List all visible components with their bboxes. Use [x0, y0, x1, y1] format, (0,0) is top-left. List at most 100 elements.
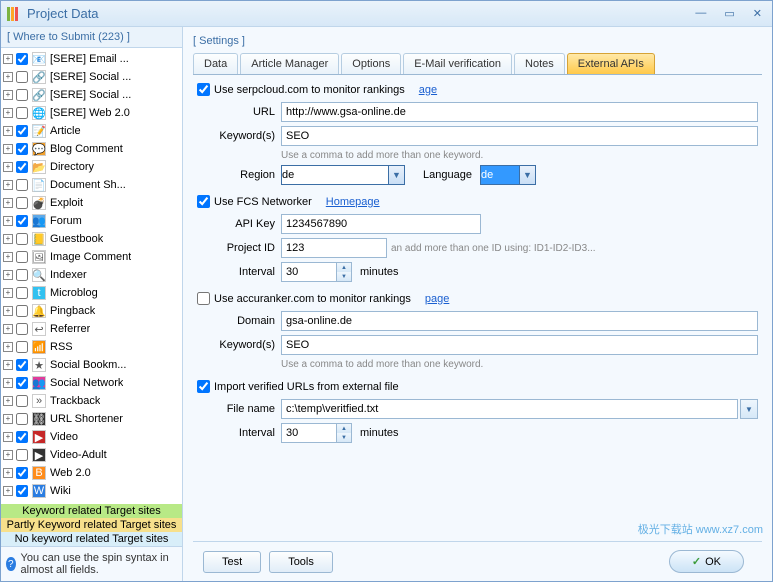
tree-item[interactable]: + 🖼 Image Comment	[1, 248, 182, 266]
tree-checkbox[interactable]	[16, 53, 28, 65]
tree-item[interactable]: + ↩ Referrer	[1, 320, 182, 338]
fcs-checkbox[interactable]	[197, 195, 210, 208]
fcs-link[interactable]: Homepage	[326, 196, 380, 208]
tab-external-apis[interactable]: External APIs	[567, 53, 655, 74]
tree-checkbox[interactable]	[16, 125, 28, 137]
tree-item[interactable]: + B Web 2.0	[1, 464, 182, 482]
ok-button[interactable]: OK	[669, 550, 744, 573]
tree-item[interactable]: + 👥 Forum	[1, 212, 182, 230]
tree-checkbox[interactable]	[16, 395, 28, 407]
expand-icon[interactable]: +	[3, 216, 13, 226]
expand-icon[interactable]: +	[3, 324, 13, 334]
tree-checkbox[interactable]	[16, 287, 28, 299]
tree-checkbox[interactable]	[16, 107, 28, 119]
expand-icon[interactable]: +	[3, 234, 13, 244]
language-dropdown-icon[interactable]: ▼	[519, 165, 536, 185]
tree-checkbox[interactable]	[16, 467, 28, 479]
tree-checkbox[interactable]	[16, 359, 28, 371]
expand-icon[interactable]: +	[3, 306, 13, 316]
tree-checkbox[interactable]	[16, 143, 28, 155]
expand-icon[interactable]: +	[3, 486, 13, 496]
expand-icon[interactable]: +	[3, 378, 13, 388]
expand-icon[interactable]: +	[3, 396, 13, 406]
expand-icon[interactable]: +	[3, 432, 13, 442]
keyword-input[interactable]	[281, 126, 758, 146]
tree-item[interactable]: + ★ Social Bookm...	[1, 356, 182, 374]
tab-data[interactable]: Data	[193, 53, 238, 74]
tree-item[interactable]: + t Microblog	[1, 284, 182, 302]
filename-input[interactable]	[281, 399, 738, 419]
tree-item[interactable]: + 📧 [SERE] Email ...	[1, 50, 182, 68]
expand-icon[interactable]: +	[3, 468, 13, 478]
tree-checkbox[interactable]	[16, 449, 28, 461]
tree-item[interactable]: + 🔔 Pingback	[1, 302, 182, 320]
tools-button[interactable]: Tools	[269, 551, 333, 573]
tree-item[interactable]: + ▶ Video-Adult	[1, 446, 182, 464]
expand-icon[interactable]: +	[3, 198, 13, 208]
fcs-interval-input[interactable]	[281, 262, 337, 282]
tree-item[interactable]: + 👥 Social Network	[1, 374, 182, 392]
tree-checkbox[interactable]	[16, 197, 28, 209]
tree-checkbox[interactable]	[16, 485, 28, 497]
tab-e-mail-verification[interactable]: E-Mail verification	[403, 53, 512, 74]
serpcloud-link[interactable]: age	[419, 84, 437, 96]
tree-checkbox[interactable]	[16, 431, 28, 443]
tree-checkbox[interactable]	[16, 215, 28, 227]
expand-icon[interactable]: +	[3, 162, 13, 172]
tree-item[interactable]: + ▶ Video	[1, 428, 182, 446]
fcs-interval-spinner[interactable]: ▲▼	[337, 262, 352, 282]
tree-item[interactable]: + 📄 Document Sh...	[1, 176, 182, 194]
domain-input[interactable]	[281, 311, 758, 331]
tree-item[interactable]: + ⛓ URL Shortener	[1, 410, 182, 428]
tab-notes[interactable]: Notes	[514, 53, 565, 74]
tree-checkbox[interactable]	[16, 377, 28, 389]
accu-keyword-input[interactable]	[281, 335, 758, 355]
tree-item[interactable]: + 🔗 [SERE] Social ...	[1, 68, 182, 86]
tree-checkbox[interactable]	[16, 305, 28, 317]
expand-icon[interactable]: +	[3, 342, 13, 352]
tree-checkbox[interactable]	[16, 161, 28, 173]
tree-item[interactable]: + W Wiki	[1, 482, 182, 500]
region-dropdown-icon[interactable]: ▼	[388, 165, 405, 185]
expand-icon[interactable]: +	[3, 270, 13, 280]
minimize-button[interactable]: —	[691, 7, 710, 20]
expand-icon[interactable]: +	[3, 180, 13, 190]
tree-item[interactable]: + 🌐 [SERE] Web 2.0	[1, 104, 182, 122]
tab-article-manager[interactable]: Article Manager	[240, 53, 339, 74]
tree-checkbox[interactable]	[16, 251, 28, 263]
tree-item[interactable]: + 📂 Directory	[1, 158, 182, 176]
url-input[interactable]	[281, 102, 758, 122]
expand-icon[interactable]: +	[3, 90, 13, 100]
tree-item[interactable]: + 🔗 [SERE] Social ...	[1, 86, 182, 104]
tree-item[interactable]: + 💣 Exploit	[1, 194, 182, 212]
import-interval-input[interactable]	[281, 423, 337, 443]
tree-item[interactable]: + 🔍 Indexer	[1, 266, 182, 284]
tree-checkbox[interactable]	[16, 71, 28, 83]
projectid-input[interactable]	[281, 238, 387, 258]
import-checkbox[interactable]	[197, 380, 210, 393]
filename-browse-icon[interactable]: ▼	[740, 399, 758, 419]
tree-item[interactable]: + 💬 Blog Comment	[1, 140, 182, 158]
tree-item[interactable]: + 📒 Guestbook	[1, 230, 182, 248]
accuranker-checkbox[interactable]	[197, 292, 210, 305]
expand-icon[interactable]: +	[3, 360, 13, 370]
tree-checkbox[interactable]	[16, 179, 28, 191]
tree-checkbox[interactable]	[16, 233, 28, 245]
tree-item[interactable]: + » Trackback	[1, 392, 182, 410]
accuranker-link[interactable]: page	[425, 293, 449, 305]
tree-checkbox[interactable]	[16, 89, 28, 101]
maximize-button[interactable]: ▭	[720, 7, 738, 20]
expand-icon[interactable]: +	[3, 414, 13, 424]
tree-checkbox[interactable]	[16, 323, 28, 335]
region-select[interactable]	[281, 165, 389, 185]
tab-options[interactable]: Options	[341, 53, 401, 74]
tree-item[interactable]: + 📶 RSS	[1, 338, 182, 356]
submit-tree[interactable]: + 📧 [SERE] Email ...+ 🔗 [SERE] Social ..…	[1, 48, 182, 504]
import-interval-spinner[interactable]: ▲▼	[337, 423, 352, 443]
expand-icon[interactable]: +	[3, 72, 13, 82]
test-button[interactable]: Test	[203, 551, 261, 573]
apikey-input[interactable]	[281, 214, 481, 234]
expand-icon[interactable]: +	[3, 108, 13, 118]
expand-icon[interactable]: +	[3, 54, 13, 64]
expand-icon[interactable]: +	[3, 144, 13, 154]
